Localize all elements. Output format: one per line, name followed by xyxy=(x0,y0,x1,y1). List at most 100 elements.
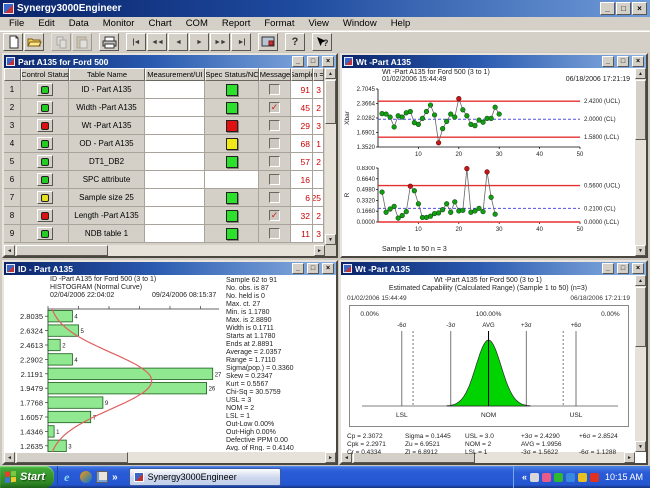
menu-item-monitor[interactable]: Monitor xyxy=(96,18,142,29)
message-checkbox[interactable] xyxy=(269,228,280,239)
start-button[interactable]: Start xyxy=(0,466,55,488)
toolbar-next-button[interactable]: ► xyxy=(189,33,209,51)
column-header-Message[interactable]: Message xyxy=(259,68,291,81)
capability-minimize-button[interactable]: _ xyxy=(602,263,614,274)
toolbar-copy-button[interactable] xyxy=(51,33,71,51)
column-header-row-number[interactable] xyxy=(4,68,21,81)
measurement-cell[interactable] xyxy=(145,135,205,153)
table-close-button[interactable]: × xyxy=(322,56,334,67)
column-header-Sample[interactable]: Sample xyxy=(291,68,313,81)
histogram-window-titlebar[interactable]: ID - Part A135 _ □ × xyxy=(4,262,336,275)
message-checkbox[interactable] xyxy=(269,174,280,185)
measurement-cell[interactable] xyxy=(145,81,205,99)
toolbar-prev-button[interactable]: ◄ xyxy=(168,33,188,51)
menu-item-view[interactable]: View xyxy=(301,18,335,29)
table-window-titlebar[interactable]: Part A135 for Ford 500 _ □ × xyxy=(4,55,336,68)
control-status-button[interactable] xyxy=(36,191,53,204)
menu-item-edit[interactable]: Edit xyxy=(31,18,61,29)
control-minimize-button[interactable]: _ xyxy=(602,56,614,67)
scroll-right-icon[interactable]: ► xyxy=(624,452,635,463)
toolbar-open-button[interactable] xyxy=(24,33,44,51)
histogram-maximize-button[interactable]: □ xyxy=(307,263,319,274)
column-header-n =[interactable]: n = xyxy=(313,68,324,81)
message-checkbox[interactable] xyxy=(269,138,280,149)
control-vscrollbar[interactable]: ▲ ▼ xyxy=(635,68,646,256)
histogram-hscrollbar[interactable]: ◄ ► xyxy=(4,452,336,463)
menu-item-data[interactable]: Data xyxy=(62,18,96,29)
control-status-button[interactable] xyxy=(36,227,53,240)
tray-icon-4[interactable] xyxy=(565,472,575,482)
minimize-button[interactable]: _ xyxy=(600,2,615,15)
table-name-cell[interactable]: DT1_DB2 xyxy=(69,153,145,171)
message-checkbox[interactable] xyxy=(269,156,280,167)
menu-item-report[interactable]: Report xyxy=(215,18,258,29)
toolbar-prev-group-button[interactable]: ◄◄ xyxy=(147,33,167,51)
toolbar-next-group-button[interactable]: ►► xyxy=(210,33,230,51)
capability-vscroll-thumb[interactable] xyxy=(635,287,646,347)
column-header-Control Status[interactable]: Control Status xyxy=(21,68,69,81)
table-name-cell[interactable]: Wt -Part A135 xyxy=(69,117,145,135)
toolbar-paste-button[interactable] xyxy=(72,33,92,51)
control-close-button[interactable]: × xyxy=(632,56,644,67)
measurement-cell[interactable] xyxy=(145,171,205,189)
menu-item-window[interactable]: Window xyxy=(336,18,384,29)
scroll-right-icon[interactable]: ► xyxy=(325,452,336,463)
scroll-left-icon[interactable]: ◄ xyxy=(4,452,15,463)
media-player-icon[interactable] xyxy=(80,471,93,483)
control-status-button[interactable] xyxy=(36,155,53,168)
toolbar-new-button[interactable] xyxy=(3,33,23,51)
histogram-close-button[interactable]: × xyxy=(322,263,334,274)
menu-item-file[interactable]: File xyxy=(2,18,31,29)
internet-explorer-icon[interactable]: e xyxy=(64,471,76,483)
scroll-down-icon[interactable]: ▼ xyxy=(635,441,646,452)
tray-icon-1[interactable] xyxy=(529,472,539,482)
capability-close-button[interactable]: × xyxy=(632,263,644,274)
table-name-cell[interactable]: OD - Part A135 xyxy=(69,135,145,153)
control-status-button[interactable] xyxy=(36,173,53,186)
restore-button[interactable]: □ xyxy=(616,2,631,15)
control-status-button[interactable] xyxy=(36,119,53,132)
scroll-down-icon[interactable]: ▼ xyxy=(325,234,336,245)
toolbar-first-button[interactable]: |◄ xyxy=(126,33,146,51)
table-hscroll-thumb[interactable] xyxy=(16,245,108,256)
measurement-cell[interactable] xyxy=(145,117,205,135)
capability-window-titlebar[interactable]: Wt -Part A135 _ □ × xyxy=(341,262,646,275)
control-status-button[interactable] xyxy=(36,83,53,96)
table-name-cell[interactable]: ID - Part A135 xyxy=(69,81,145,99)
measurement-cell[interactable] xyxy=(145,153,205,171)
scroll-left-icon[interactable]: ◄ xyxy=(4,245,15,256)
menu-item-format[interactable]: Format xyxy=(257,18,301,29)
show-desktop-icon[interactable] xyxy=(96,471,109,483)
table-name-cell[interactable]: Length -Part A135 xyxy=(69,207,145,225)
capability-vscrollbar[interactable]: ▲ ▼ xyxy=(635,275,646,452)
measurement-cell[interactable] xyxy=(145,99,205,117)
toolbar-print-button[interactable] xyxy=(99,33,119,51)
message-checkbox[interactable]: ✓ xyxy=(269,210,280,221)
toolbar-last-button[interactable]: ►| xyxy=(231,33,251,51)
toolbar-help-button[interactable]: ? xyxy=(285,33,305,51)
scroll-up-icon[interactable]: ▲ xyxy=(325,68,336,79)
message-checkbox[interactable]: ✓ xyxy=(269,102,280,113)
toolbar-context-help-button[interactable]: ? xyxy=(312,33,332,51)
measurement-cell[interactable] xyxy=(145,189,205,207)
menu-item-chart[interactable]: Chart xyxy=(141,18,178,29)
table-hscrollbar[interactable]: ◄ ► xyxy=(4,245,325,256)
control-status-button[interactable] xyxy=(36,101,53,114)
scroll-down-icon[interactable]: ▼ xyxy=(635,245,646,256)
tray-icon-3[interactable] xyxy=(553,472,563,482)
table-minimize-button[interactable]: _ xyxy=(292,56,304,67)
message-checkbox[interactable] xyxy=(269,120,280,131)
column-header-Measurement/UI[interactable]: Measurement/UI xyxy=(145,68,205,81)
histogram-minimize-button[interactable]: _ xyxy=(292,263,304,274)
measurement-cell[interactable] xyxy=(145,207,205,225)
table-vscroll-thumb[interactable] xyxy=(325,80,336,124)
table-vscrollbar[interactable]: ▲ ▼ xyxy=(325,68,336,245)
message-checkbox[interactable] xyxy=(269,84,280,95)
control-window-titlebar[interactable]: Wt -Part A135 _ □ × xyxy=(342,55,646,68)
control-maximize-button[interactable]: □ xyxy=(617,56,629,67)
scroll-up-icon[interactable]: ▲ xyxy=(635,275,646,286)
table-name-cell[interactable]: SPC attribute xyxy=(69,171,145,189)
menu-item-help[interactable]: Help xyxy=(384,18,418,29)
taskbar-task-synergy[interactable]: Synergy3000Engineer xyxy=(128,468,281,486)
toolbar-snapshot-button[interactable] xyxy=(258,33,278,51)
